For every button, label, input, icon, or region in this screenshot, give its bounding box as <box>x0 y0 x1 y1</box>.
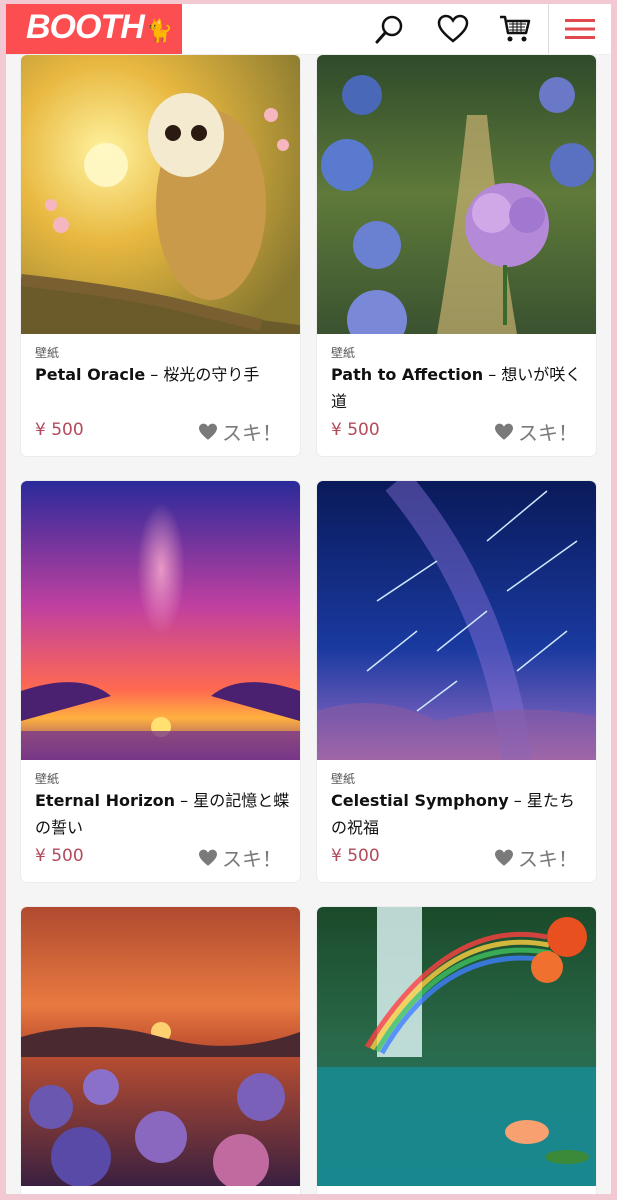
product-card[interactable]: 壁紙 Celestial Symphony – 星たちの祝福 ¥ 500 スキ！ <box>317 481 596 882</box>
site-header: BOOTH🐈 <box>6 4 611 55</box>
product-image-owl[interactable] <box>21 55 300 334</box>
product-price: ¥ 500 <box>331 846 380 866</box>
heart-icon[interactable] <box>435 11 471 47</box>
product-price: ¥ 500 <box>331 420 380 440</box>
like-button[interactable]: スキ！ <box>494 843 578 872</box>
product-card[interactable] <box>21 907 300 1194</box>
product-category: 壁紙 <box>35 772 60 786</box>
product-title[interactable]: Path to Affection – 想いが咲く道 <box>331 361 586 415</box>
heart-icon <box>199 849 217 866</box>
product-category: 壁紙 <box>35 346 60 360</box>
menu-icon <box>565 19 595 39</box>
product-image-eternal-horizon[interactable] <box>21 481 300 760</box>
product-title[interactable]: Celestial Symphony – 星たちの祝福 <box>331 787 586 841</box>
product-title[interactable]: Eternal Horizon – 星の記憶と蝶の誓い <box>35 787 290 841</box>
product-image-hydrangea-path[interactable] <box>317 55 596 350</box>
like-button[interactable]: スキ！ <box>198 843 282 872</box>
product-image-sunset-hydrangea[interactable] <box>21 907 300 1190</box>
booth-logo[interactable]: BOOTH🐈 <box>6 4 182 54</box>
page-frame: BOOTH🐈 壁紙 Petal Oracle – 桜光の守り手 ¥ 500 スキ… <box>6 4 611 1194</box>
product-card[interactable]: 壁紙 Eternal Horizon – 星の記憶と蝶の誓い ¥ 500 スキ！ <box>21 481 300 882</box>
cat-logo-icon: 🐈 <box>145 18 173 43</box>
heart-icon <box>199 423 217 440</box>
product-price: ¥ 500 <box>35 420 84 440</box>
like-button[interactable]: スキ！ <box>494 417 578 446</box>
product-card[interactable]: 壁紙 Path to Affection – 想いが咲く道 ¥ 500 スキ！ <box>317 55 596 456</box>
product-category: 壁紙 <box>331 772 356 786</box>
product-image-celestial-symphony[interactable] <box>317 481 596 762</box>
heart-icon <box>495 849 513 866</box>
product-card[interactable]: 壁紙 Petal Oracle – 桜光の守り手 ¥ 500 スキ！ <box>21 55 300 456</box>
product-category: 壁紙 <box>331 346 356 360</box>
product-title[interactable]: Petal Oracle – 桜光の守り手 <box>35 361 290 388</box>
like-button[interactable]: スキ！ <box>198 417 282 446</box>
cart-icon[interactable] <box>497 11 533 47</box>
heart-icon <box>495 423 513 440</box>
product-image-rainbow-waterfall[interactable] <box>317 907 596 1186</box>
product-card[interactable] <box>317 907 596 1194</box>
product-price: ¥ 500 <box>35 846 84 866</box>
menu-button[interactable] <box>548 4 611 54</box>
search-icon[interactable] <box>372 11 408 47</box>
